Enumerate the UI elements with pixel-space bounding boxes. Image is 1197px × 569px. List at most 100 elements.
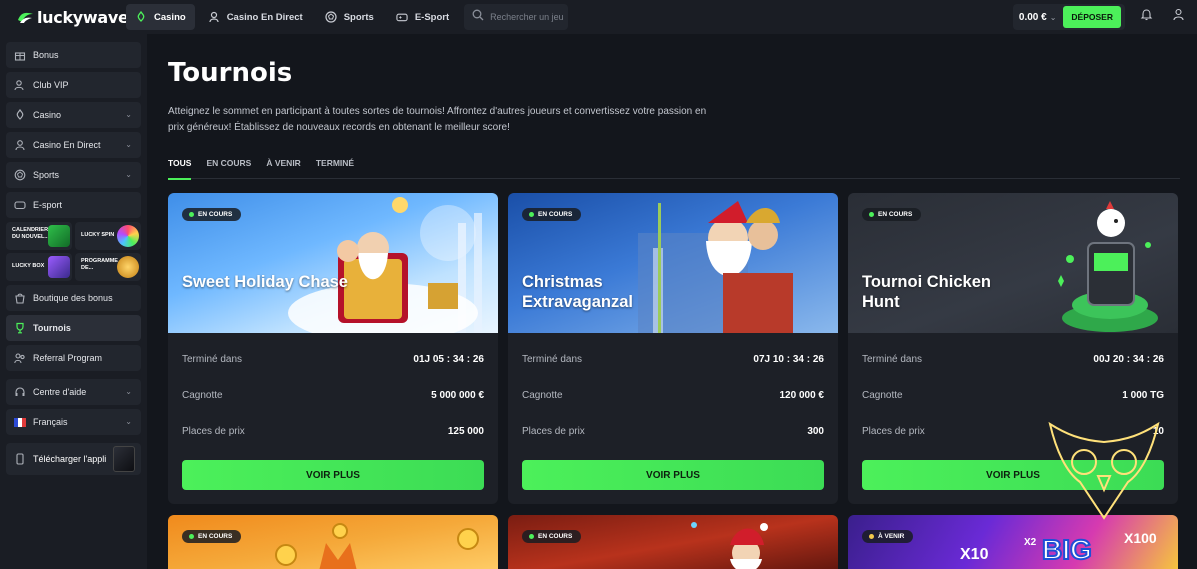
promo-lucky-box[interactable]: LUCKY BOX — [6, 253, 72, 281]
chevron-down-icon: ⌄ — [125, 417, 132, 426]
top-bar: luckywave Casino Casino En Direct Sports… — [0, 0, 1197, 34]
sidebar-item-casino[interactable]: Casino ⌄ — [6, 102, 141, 128]
sidebar-item-referral[interactable]: Referral Program — [6, 345, 141, 371]
gamepad-icon — [14, 199, 26, 211]
sidebar: Bonus Club VIP Casino ⌄ Casino En Direct… — [0, 34, 147, 569]
chevron-down-icon: ⌄ — [125, 387, 132, 396]
pot-row: Cagnotte 5 000 000 € — [182, 390, 484, 404]
ends-label: Terminé dans — [182, 354, 243, 365]
promo-lucky-spin[interactable]: LUCKY SPIN — [75, 222, 141, 250]
search-icon — [472, 8, 484, 26]
places-row: Places de prix 300 — [522, 426, 824, 440]
brand-logo[interactable]: luckywave — [17, 8, 129, 27]
tournament-card[interactable]: EN COURS Christmas Extravaganzal Terminé… — [508, 193, 838, 504]
status-badge: EN COURS — [862, 208, 922, 221]
view-more-button[interactable]: VOIR PLUS — [182, 460, 484, 490]
trophy-icon — [14, 322, 26, 334]
tournament-card[interactable]: EN COURS — [508, 515, 838, 569]
ends-row: Terminé dans 01J 05 : 34 : 26 — [182, 354, 484, 368]
card-image: EN COURS Sweet Holiday Chase — [168, 193, 498, 333]
promo-label: CALENDRIER DU NOUVEL... — [12, 227, 49, 240]
bell-icon — [1140, 8, 1153, 26]
card-title: Tournoi Chicken Hunt — [862, 273, 991, 311]
card-image: BIG X10 X2 X100 À VENIR — [848, 515, 1178, 569]
sidebar-item-label: Casino — [33, 110, 62, 120]
sidebar-item-bonus[interactable]: Bonus — [6, 42, 141, 68]
gamepad-icon — [396, 11, 408, 23]
chevron-down-icon[interactable]: ⌄ — [1050, 13, 1057, 22]
download-app-button[interactable]: Télécharger l'appli — [6, 443, 141, 475]
places-label: Places de prix — [522, 426, 585, 437]
sidebar-item-sports[interactable]: Sports ⌄ — [6, 162, 141, 188]
card-image: EN COURS Tournoi Chicken Hunt — [848, 193, 1178, 333]
notifications-button[interactable] — [1133, 4, 1159, 30]
coins-art-icon — [117, 256, 139, 278]
pot-value: 120 000 € — [779, 390, 825, 401]
sidebar-item-label: Bonus — [33, 50, 59, 60]
page-title: Tournois — [168, 58, 293, 88]
download-app-label: Télécharger l'appli — [33, 454, 107, 464]
sidebar-item-language[interactable]: Français ⌄ — [6, 409, 141, 435]
tournament-card[interactable]: BIG X10 X2 X100 À VENIR — [848, 515, 1178, 569]
sidebar-item-label: Sports — [33, 170, 60, 180]
sidebar-item-label: Centre d'aide — [33, 387, 87, 397]
nav-live-casino[interactable]: Casino En Direct — [199, 4, 312, 30]
places-value: 125 000 — [447, 426, 484, 437]
wheel-art-icon — [117, 225, 139, 247]
chevron-down-icon: ⌄ — [125, 170, 132, 179]
nav-casino[interactable]: Casino — [126, 4, 195, 30]
nav-sports[interactable]: Sports — [316, 4, 383, 30]
sidebar-item-label: Referral Program — [33, 353, 103, 363]
club-icon — [14, 109, 26, 121]
status-badge: EN COURS — [182, 208, 242, 221]
promo-label: PROGRAMME DE... — [81, 258, 118, 271]
ends-row: Terminé dans 00J 20 : 34 : 26 — [862, 354, 1164, 368]
tab-finished[interactable]: TERMINÉ — [316, 158, 354, 179]
tournament-card[interactable]: EN COURS — [168, 515, 498, 569]
tab-ongoing[interactable]: EN COURS — [206, 158, 251, 179]
user-icon — [1172, 8, 1185, 26]
card-image: EN COURS — [168, 515, 498, 569]
profile-button[interactable] — [1165, 4, 1191, 30]
ends-value: 01J 05 : 34 : 26 — [413, 354, 484, 365]
nav-label: Sports — [343, 11, 374, 23]
brand-name: luckywave — [37, 7, 129, 27]
page-description: Atteignez le sommet en participant à tou… — [168, 106, 707, 133]
promo-calendar[interactable]: CALENDRIER DU NOUVEL... — [6, 222, 72, 250]
nav-label: Casino — [154, 11, 186, 23]
sidebar-item-esport[interactable]: E-sport — [6, 192, 141, 218]
tab-all[interactable]: TOUS — [168, 158, 192, 180]
referral-icon — [14, 352, 26, 364]
pot-label: Cagnotte — [182, 390, 223, 401]
pot-value: 5 000 000 € — [431, 390, 484, 401]
sidebar-item-tournaments[interactable]: Tournois — [6, 315, 141, 341]
sidebar-item-live-casino[interactable]: Casino En Direct ⌄ — [6, 132, 141, 158]
ends-row: Terminé dans 07J 10 : 34 : 26 — [522, 354, 824, 368]
calendar-art-icon — [48, 225, 70, 247]
sidebar-item-label: Tournois — [33, 323, 71, 333]
tab-upcoming[interactable]: À VENIR — [266, 158, 300, 179]
dealer-icon — [208, 11, 220, 23]
download-icon — [14, 453, 26, 465]
ends-label: Terminé dans — [862, 354, 923, 365]
view-more-button[interactable]: VOIR PLUS — [522, 460, 824, 490]
pot-row: Cagnotte 1 000 TG — [862, 390, 1164, 404]
search-box[interactable] — [464, 4, 571, 30]
places-row: Places de prix 125 000 — [182, 426, 484, 440]
tournament-tabs: TOUS EN COURS À VENIR TERMINÉ — [168, 158, 1180, 180]
nav-esport[interactable]: E-Sport — [387, 4, 458, 30]
owl-watermark-icon — [1048, 421, 1160, 520]
nav-label: E-Sport — [414, 11, 450, 23]
wallet[interactable]: 0.00 € ⌄ DÉPOSER — [1012, 4, 1125, 30]
pot-label: Cagnotte — [862, 390, 903, 401]
search-input[interactable] — [490, 12, 571, 22]
card-title: Christmas Extravaganzal — [522, 273, 633, 311]
sidebar-item-club-vip[interactable]: Club VIP — [6, 72, 141, 98]
tournament-card[interactable]: EN COURS Sweet Holiday Chase Terminé dan… — [168, 193, 498, 504]
sidebar-item-bonus-shop[interactable]: Boutique des bonus — [6, 285, 141, 311]
users-icon — [14, 79, 26, 91]
top-nav: Casino Casino En Direct Sports E-Sport — [126, 4, 571, 30]
deposit-button[interactable]: DÉPOSER — [1063, 6, 1121, 28]
sidebar-item-help[interactable]: Centre d'aide ⌄ — [6, 379, 141, 405]
promo-programme[interactable]: PROGRAMME DE... — [75, 253, 141, 281]
